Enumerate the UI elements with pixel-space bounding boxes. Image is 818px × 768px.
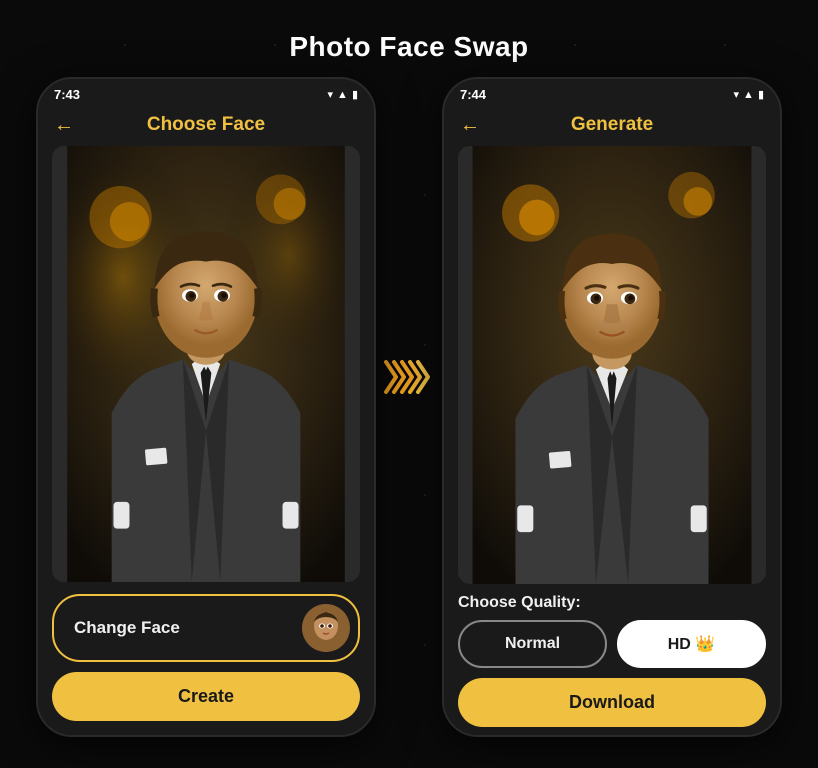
- left-header: ← Choose Face: [38, 106, 374, 146]
- change-face-button[interactable]: Change Face: [52, 594, 360, 662]
- left-status-icons: ▾ ▲ ▮: [328, 88, 358, 101]
- right-time: 7:44: [460, 87, 486, 102]
- arrow-connector: [376, 357, 442, 397]
- quality-normal-button[interactable]: Normal: [458, 620, 607, 668]
- phones-container: 7:43 ▾ ▲ ▮ ← Choose Face: [36, 77, 782, 737]
- left-status-bar: 7:43 ▾ ▲ ▮: [38, 79, 374, 106]
- left-phone: 7:43 ▾ ▲ ▮ ← Choose Face: [36, 77, 376, 737]
- right-image-area: [458, 146, 766, 584]
- signal-icon-right: ▾: [734, 88, 740, 101]
- wifi-icon-right: ▲: [743, 89, 754, 101]
- right-phone: 7:44 ▾ ▲ ▮ ← Generate: [442, 77, 782, 737]
- page-title: Photo Face Swap: [289, 31, 528, 63]
- wifi-icon: ▲: [337, 89, 348, 101]
- right-status-icons: ▾ ▲ ▮: [734, 88, 764, 101]
- right-back-arrow[interactable]: ←: [460, 114, 480, 137]
- right-person-image: [458, 146, 766, 584]
- change-face-label: Change Face: [74, 618, 180, 638]
- signal-icon: ▾: [328, 88, 334, 101]
- quality-section: Choose Quality: Normal HD 👑 Download: [444, 584, 780, 735]
- left-back-arrow[interactable]: ←: [54, 114, 74, 137]
- battery-icon: ▮: [352, 88, 358, 101]
- forward-arrows-icon: [384, 357, 434, 397]
- right-header: ← Generate: [444, 106, 780, 146]
- left-time: 7:43: [54, 87, 80, 102]
- quality-hd-button[interactable]: HD 👑: [617, 620, 766, 668]
- create-button[interactable]: Create: [52, 672, 360, 721]
- quality-label: Choose Quality:: [458, 594, 766, 612]
- right-header-title: Generate: [571, 114, 653, 136]
- battery-icon-right: ▮: [758, 88, 764, 101]
- left-person-image: [52, 146, 360, 582]
- face-thumbnail: [302, 604, 350, 652]
- left-image-area: [52, 146, 360, 582]
- left-phone-bottom: Change Face Create: [38, 582, 374, 735]
- right-status-bar: 7:44 ▾ ▲ ▮: [444, 79, 780, 106]
- quality-options: Normal HD 👑: [458, 620, 766, 668]
- download-button[interactable]: Download: [458, 678, 766, 727]
- left-header-title: Choose Face: [147, 114, 265, 136]
